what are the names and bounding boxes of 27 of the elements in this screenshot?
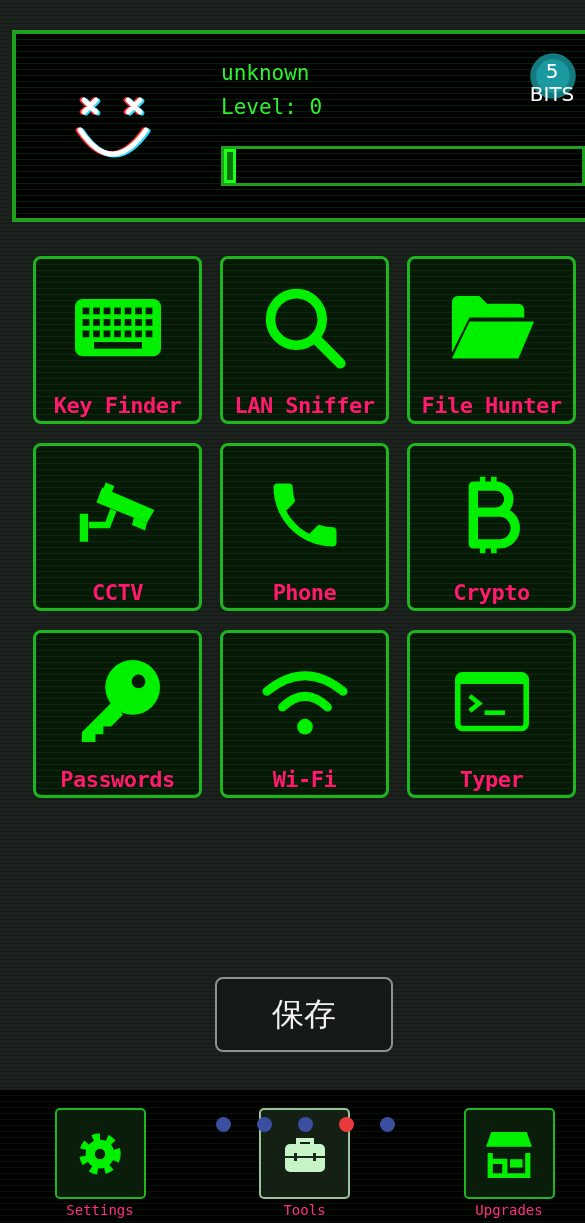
keyboard-icon (74, 299, 161, 357)
nav-button[interactable] (54, 1108, 146, 1199)
page-dot[interactable] (216, 1117, 231, 1132)
level-label: Level: 0 (221, 94, 323, 121)
tool-tile[interactable]: File Hunter (407, 256, 576, 424)
toast-message: 保存 (215, 977, 393, 1052)
tool-tile[interactable]: Phone (220, 443, 389, 611)
nav-label: Upgrades (475, 1201, 543, 1220)
tool-tile[interactable]: Passwords (33, 630, 202, 798)
bits-count: 5 (545, 60, 559, 82)
terminal-icon (454, 672, 529, 732)
nav-button[interactable] (259, 1108, 350, 1199)
player-name: unknown (221, 60, 310, 87)
tool-tile[interactable]: Wi-Fi (220, 630, 389, 798)
nav-button[interactable] (463, 1108, 555, 1199)
nav-label: Tools (283, 1201, 326, 1220)
settings-icon (77, 1130, 123, 1177)
tool-tile[interactable]: Crypto (407, 443, 576, 611)
tool-tile[interactable]: CCTV (33, 443, 202, 611)
tool-tile[interactable]: Typer (407, 630, 576, 798)
tool-tile[interactable]: LAN Sniffer (220, 256, 389, 424)
tool-tile[interactable]: Key Finder (33, 256, 202, 424)
store-icon (485, 1129, 533, 1178)
nav-label: Settings (66, 1201, 134, 1220)
page-dot[interactable] (380, 1117, 395, 1132)
bits-label: BITS (529, 82, 575, 106)
coin-icon (529, 52, 577, 100)
